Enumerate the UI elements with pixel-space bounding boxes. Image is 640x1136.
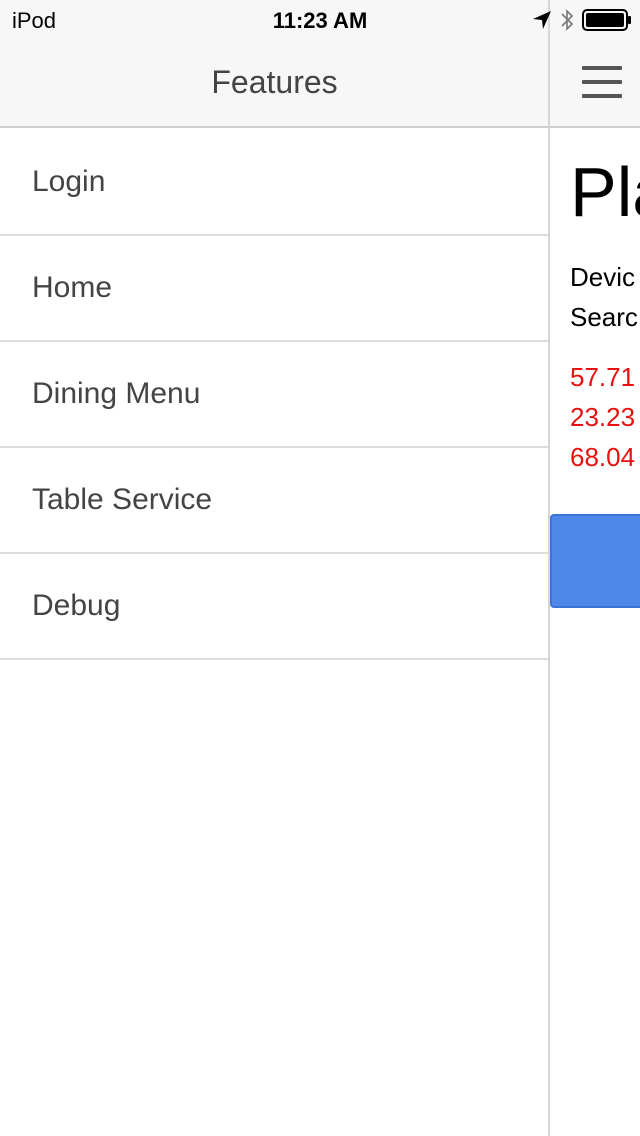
device-info-label: Devic bbox=[570, 262, 636, 292]
hamburger-icon[interactable] bbox=[582, 66, 622, 98]
feature-menu: Login Home Dining Menu Table Service Deb… bbox=[0, 130, 549, 660]
navigation-drawer: Features Login Home Dining Menu Table Se… bbox=[0, 0, 549, 1136]
menu-item-debug[interactable]: Debug bbox=[0, 554, 549, 660]
drawer-title: Features bbox=[211, 64, 338, 100]
bluetooth-icon bbox=[560, 8, 574, 32]
battery-icon bbox=[582, 9, 632, 31]
menu-item-login[interactable]: Login bbox=[0, 130, 549, 236]
main-content: Pla Devic Searc 57.71 23.23 68.04 bbox=[550, 0, 640, 1136]
menu-item-table-service[interactable]: Table Service bbox=[0, 448, 549, 554]
status-icons bbox=[532, 6, 632, 34]
coordinate-value: 23.23 bbox=[570, 402, 636, 432]
page-title: Pla bbox=[570, 153, 640, 231]
coordinate-value: 57.71 bbox=[570, 362, 636, 392]
status-bar: iPod 11:23 AM bbox=[0, 0, 640, 40]
menu-item-home[interactable]: Home bbox=[0, 236, 549, 342]
search-status-label: Searc bbox=[570, 302, 638, 332]
location-arrow-icon bbox=[532, 10, 552, 30]
primary-action-button[interactable] bbox=[550, 514, 640, 608]
coordinate-value: 68.04 bbox=[570, 442, 636, 472]
menu-item-dining-menu[interactable]: Dining Menu bbox=[0, 342, 549, 448]
